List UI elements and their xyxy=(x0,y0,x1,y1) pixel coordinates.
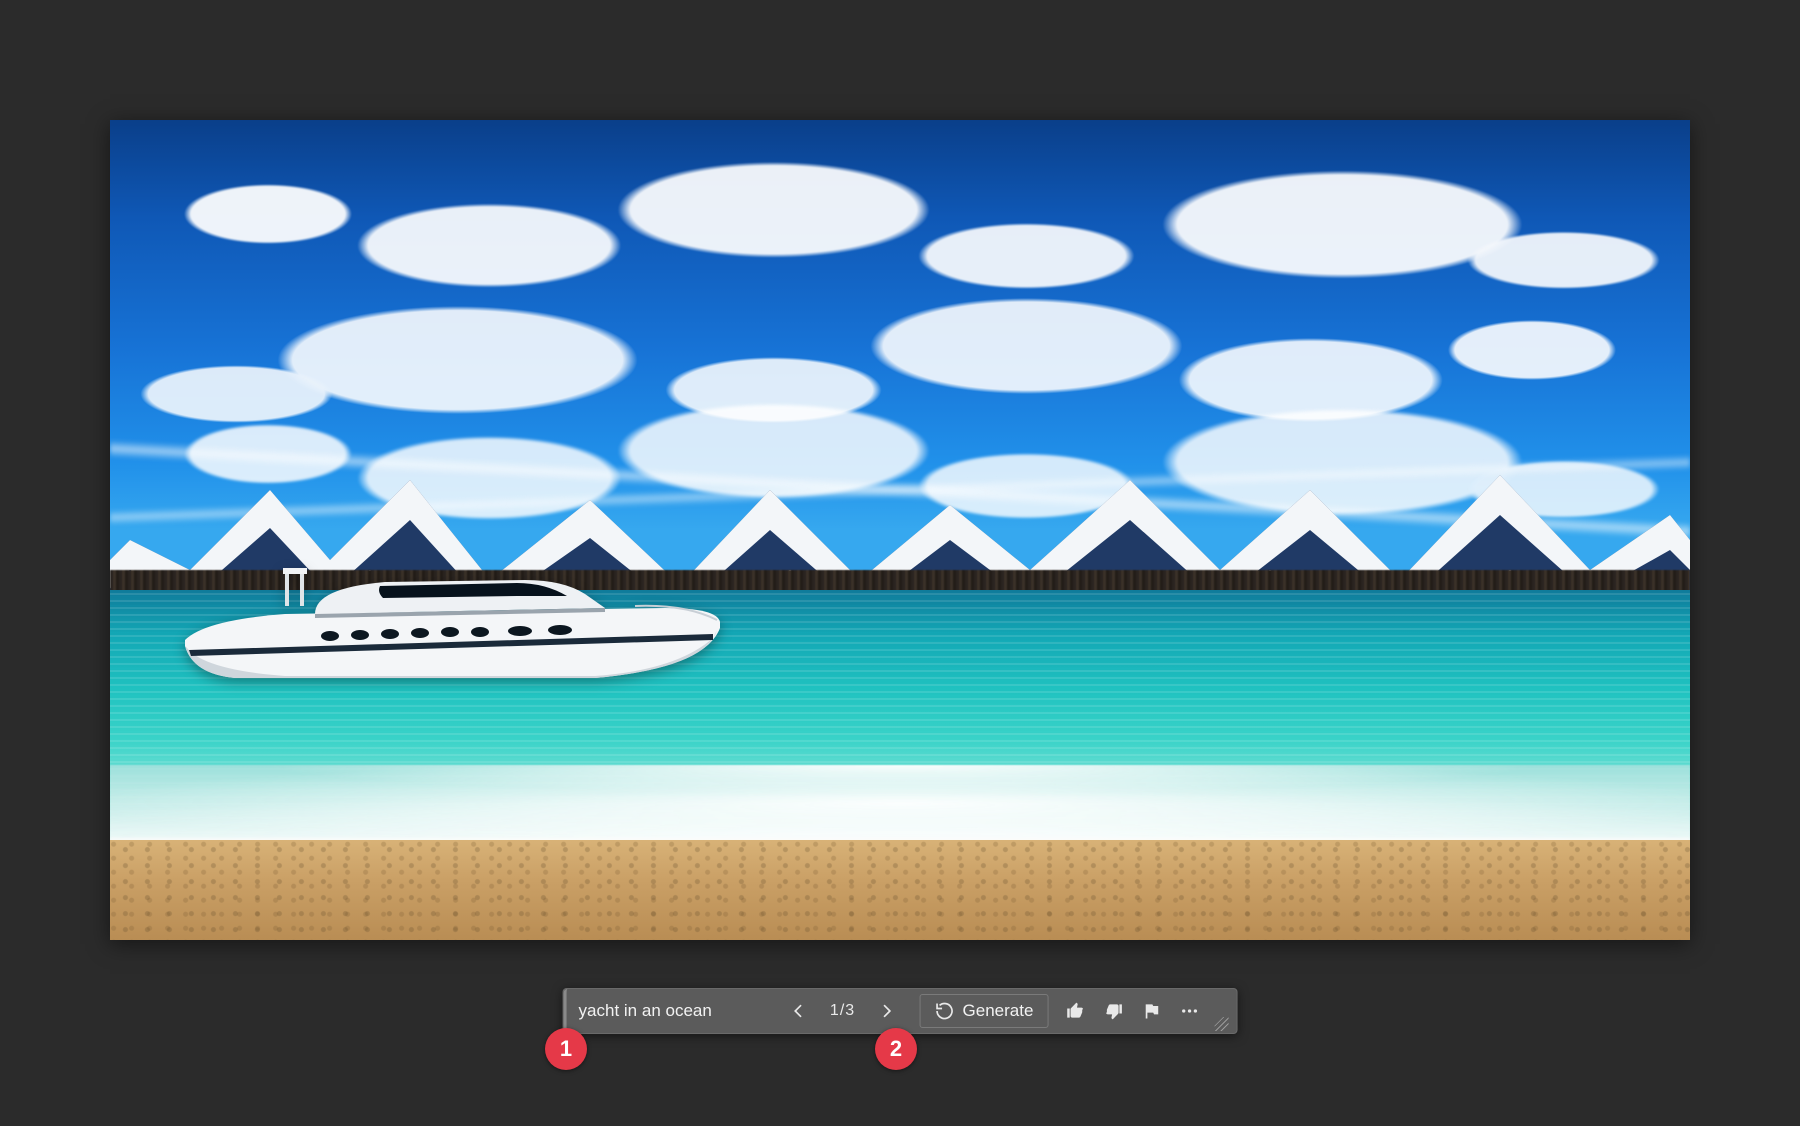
page-indicator: 1/3 xyxy=(826,1002,860,1020)
generated-image xyxy=(110,120,1690,940)
more-icon xyxy=(1179,1001,1199,1021)
chevron-right-icon xyxy=(877,1001,897,1021)
next-button[interactable] xyxy=(870,994,904,1028)
flag-button[interactable] xyxy=(1134,994,1168,1028)
annotation-marker-2: 2 xyxy=(875,1028,917,1070)
chevron-left-icon xyxy=(789,1001,809,1021)
yacht xyxy=(165,550,725,700)
generate-label: Generate xyxy=(963,1001,1034,1021)
prompt-field-wrap[interactable] xyxy=(564,989,766,1033)
dislike-button[interactable] xyxy=(1096,994,1130,1028)
resize-grip[interactable] xyxy=(1214,1017,1228,1031)
flag-icon xyxy=(1141,1001,1161,1021)
like-button[interactable] xyxy=(1058,994,1092,1028)
prompt-input[interactable] xyxy=(577,1000,756,1022)
thumbs-up-icon xyxy=(1065,1001,1085,1021)
refresh-icon xyxy=(935,1001,955,1021)
thumbs-down-icon xyxy=(1103,1001,1123,1021)
more-button[interactable] xyxy=(1172,994,1206,1028)
annotation-marker-1: 1 xyxy=(545,1028,587,1070)
generation-toolbar: 1/3 Generate xyxy=(563,988,1238,1034)
generate-button[interactable]: Generate xyxy=(920,994,1049,1028)
variation-pager: 1/3 xyxy=(776,994,910,1028)
prev-button[interactable] xyxy=(782,994,816,1028)
